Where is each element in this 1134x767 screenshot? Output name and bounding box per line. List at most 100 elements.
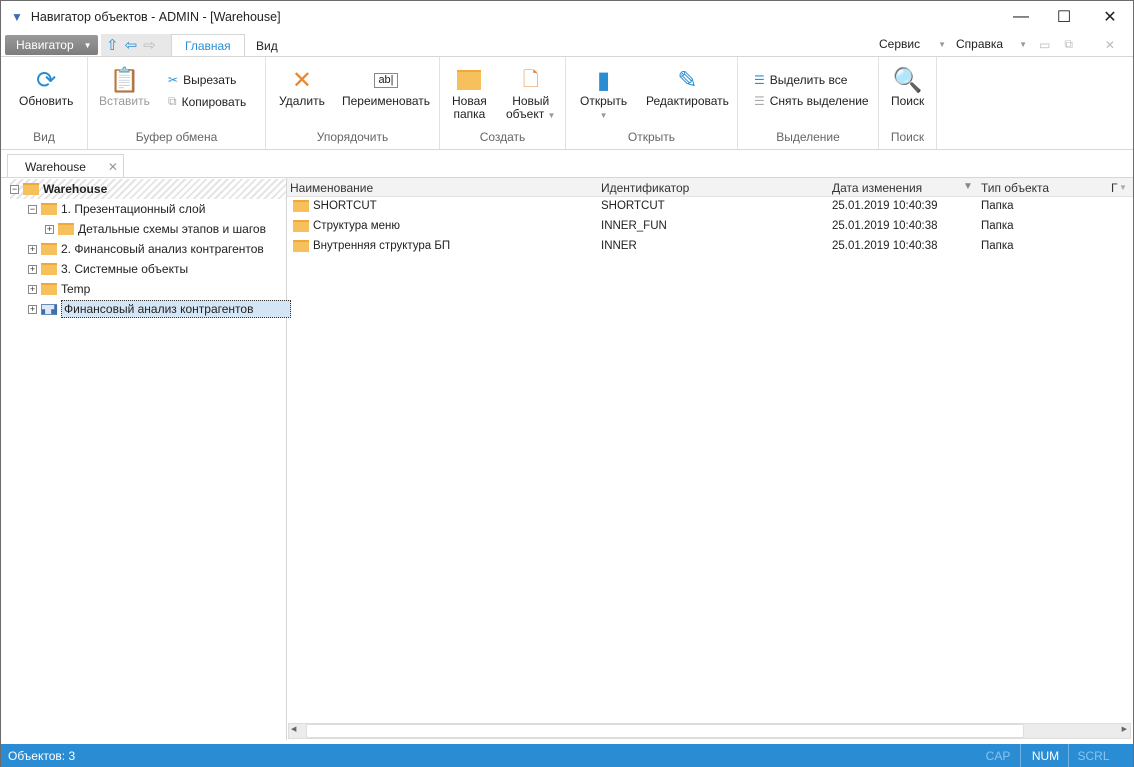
scroll-thumb[interactable] (306, 724, 1024, 738)
group-label: Упорядочить (316, 130, 389, 144)
cell-name: SHORTCUT (313, 200, 377, 212)
tab-view[interactable]: Вид (243, 34, 291, 57)
collapse-icon[interactable]: − (10, 184, 19, 194)
scrl-indicator: SCRL (1068, 744, 1118, 767)
tree-node-selected[interactable]: + ▖▗▌ Финансовый анализ контрагентов (28, 299, 291, 319)
tree-node[interactable]: − Warehouse (10, 179, 286, 199)
maximize-button[interactable]: ☐ (1041, 1, 1087, 33)
document-tab-label: Warehouse (25, 159, 86, 174)
menu-service[interactable]: Сервис ▼ (879, 37, 946, 51)
cell-id: INNER_FUN (601, 220, 667, 232)
minimize-button[interactable]: — (998, 1, 1044, 33)
copy-button[interactable]: ⧉ Копировать (168, 94, 246, 109)
paste-button[interactable]: 📋 Вставить (99, 65, 150, 108)
folder-icon (58, 223, 74, 235)
mdi-close-icon[interactable]: ✕ (1105, 38, 1115, 52)
new-folder-button[interactable]: Новая папка (452, 65, 487, 121)
scroll-left-icon[interactable]: ◀ (291, 725, 296, 733)
folder-icon (293, 240, 309, 252)
group-label: Открыть (627, 130, 676, 144)
tree-node[interactable]: + Temp (28, 279, 90, 299)
back-arrow-icon[interactable]: ⇦ (125, 36, 138, 54)
filter-icon[interactable]: ▼ (963, 181, 973, 192)
cut-label: Вырезать (183, 73, 237, 87)
expand-icon[interactable]: + (28, 284, 37, 294)
mdi-restore-icon[interactable]: ⧉ (1064, 37, 1073, 52)
column-header-more[interactable]: Г (1111, 181, 1118, 195)
new-object-button[interactable]: 🗋 Новый объект ▼ (506, 65, 555, 122)
column-header-name[interactable]: Наименование (290, 181, 373, 195)
mdi-minimize-icon[interactable]: ▭ (1039, 38, 1050, 52)
tree-node-label: 3. Системные объекты (61, 262, 189, 276)
refresh-icon: ⟳ (36, 66, 57, 94)
folder-icon (293, 200, 309, 212)
navigator-label: Навигатор (16, 38, 74, 52)
window-title: Навигатор объектов - ADMIN - [Warehouse] (30, 10, 281, 24)
scroll-right-icon[interactable]: ▶ (1122, 725, 1127, 733)
delete-button[interactable]: ✕ Удалить (279, 65, 325, 108)
chevron-down-icon: ▼ (547, 111, 556, 120)
select-all-icon: ☰ (754, 73, 765, 87)
cut-button[interactable]: ✂ Вырезать (168, 73, 236, 87)
select-all-button[interactable]: ☰ Выделить все (754, 73, 847, 87)
tree-node-label: Детальные схемы этапов и шагов (78, 222, 266, 236)
refresh-button[interactable]: ⟳ Обновить (19, 65, 73, 108)
folder-icon (41, 203, 57, 215)
group-create: Новая папка 🗋 Новый объект ▼ Создать (440, 57, 566, 149)
object-count: Объектов: 3 (8, 748, 76, 763)
deselect-label: Снять выделение (769, 94, 869, 108)
expand-icon[interactable]: + (28, 304, 37, 314)
open-button[interactable]: ▮ Открыть ▼ (580, 65, 627, 122)
forward-arrow-icon[interactable]: ⇨ (143, 36, 156, 54)
chevron-down-icon: ▼ (1019, 39, 1027, 49)
copy-label: Копировать (181, 94, 247, 109)
collapse-icon[interactable]: − (28, 204, 37, 214)
expand-icon[interactable]: + (45, 224, 54, 234)
new-object-icon: 🗋 (522, 68, 539, 91)
tree-node[interactable]: +2. Финансовый анализ контрагентов (28, 239, 264, 259)
group-view: ⟳ Обновить Вид (1, 57, 88, 149)
folder-icon (41, 263, 57, 275)
cell-type: Папка (981, 240, 1014, 252)
group-label: Буфер обмена (135, 130, 218, 144)
folder-icon (452, 65, 487, 95)
group-open: ▮ Открыть ▼ ✎ Редактировать Открыть (566, 57, 738, 149)
group-label: Поиск (890, 130, 925, 144)
deselect-button[interactable]: ☰ Снять выделение (754, 94, 869, 108)
rename-button[interactable]: ab| Переименовать (342, 65, 430, 108)
object-tree: − Warehouse −1. Презентационный слой + Дет… (1, 177, 291, 740)
search-label: Поиск (891, 94, 925, 108)
num-indicator: NUM (1020, 744, 1070, 767)
horizontal-scrollbar[interactable]: ◀ ▶ (288, 723, 1131, 739)
expand-icon[interactable]: + (28, 244, 37, 254)
column-header-type[interactable]: Тип объекта (981, 181, 1049, 195)
search-button[interactable]: 🔍 Поиск (891, 65, 924, 108)
chevron-down-icon[interactable]: ▼ (1119, 183, 1127, 192)
tree-node[interactable]: + Детальные схемы этапов и шагов (45, 219, 266, 239)
group-selection: ☰ Выделить все ☰ Снять выделение Выделение (738, 57, 879, 149)
tree-node[interactable]: − 1. Презентационный слой (28, 199, 205, 219)
table-row[interactable]: Структура меню INNER_FUN 25.01.2019 10:4… (287, 217, 1133, 237)
grid-header: Наименование Идентификатор Дата изменени… (287, 178, 1133, 197)
edit-button[interactable]: ✎ Редактировать (646, 65, 729, 108)
tab-main[interactable]: Главная (171, 34, 245, 57)
tree-node-label: Warehouse (43, 182, 108, 196)
navigator-dropdown[interactable]: Навигатор ▼ (5, 35, 98, 55)
group-label: Выделение (776, 130, 840, 144)
column-header-id[interactable]: Идентификатор (601, 181, 689, 195)
expand-icon[interactable]: + (28, 264, 37, 274)
close-tab-icon[interactable]: ✕ (108, 160, 118, 174)
tree-node[interactable]: +3. Системные объекты (28, 259, 188, 279)
close-button[interactable]: ✕ (1087, 1, 1133, 33)
folder-icon (293, 220, 309, 232)
folder-icon (41, 243, 57, 255)
document-tab[interactable]: Warehouse ✕ (7, 154, 124, 178)
tree-node-label: Финансовый анализ контрагентов (61, 300, 291, 318)
edit-label: Редактировать (646, 94, 729, 108)
table-row[interactable]: Внутренняя структура БП INNER 25.01.2019… (287, 237, 1133, 257)
up-arrow-icon[interactable]: ⇧ (106, 36, 119, 54)
menu-help[interactable]: Справка ▼ (956, 37, 1027, 51)
table-row[interactable]: SHORTCUT SHORTCUT 25.01.2019 10:40:39 Па… (287, 197, 1133, 217)
delete-label: Удалить (279, 94, 325, 108)
column-header-date[interactable]: Дата изменения (832, 181, 922, 195)
